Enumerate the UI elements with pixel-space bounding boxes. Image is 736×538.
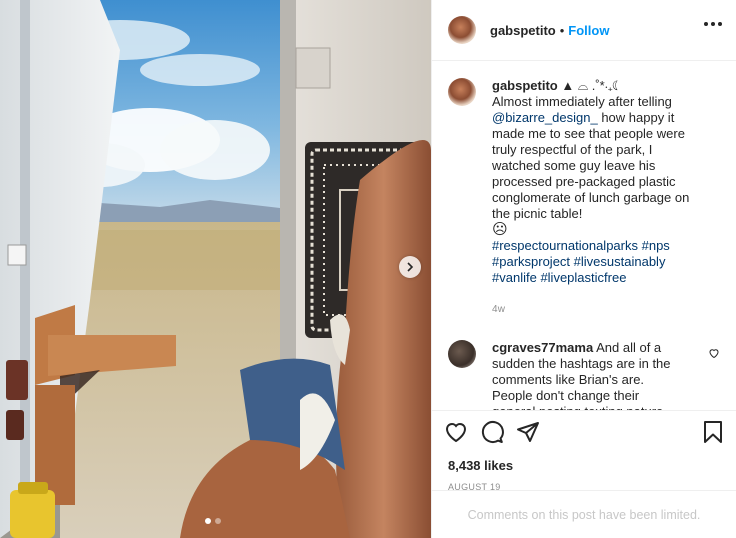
hashtag-link[interactable]: #vanlife [492,270,537,285]
comment-icon[interactable] [480,420,504,444]
separator-dot: • [559,22,565,38]
caption-text-part1: Almost immediately after telling [492,94,672,109]
caption-body: gabspetito ▲ ⌓ .˚*‧₊☾ Almost immediately… [492,78,704,318]
post-header: gabspetito • Follow [432,0,736,61]
caption-username-suffix: ▲ ⌓ .˚*‧₊☾ [557,78,622,93]
hashtag-link[interactable]: #nps [642,238,670,253]
comment-item: cgraves77mama And all of a sudden the ha… [448,340,720,410]
comments-limited-notice: Comments on this post have been limited. [432,490,736,538]
post-actions: 8,438 likes AUGUST 19 [432,410,736,492]
instagram-post: gabspetito • Follow gabspetito ▲ ⌓ .˚*‧₊… [0,0,736,538]
hashtag-link[interactable]: #liveplasticfree [540,270,626,285]
follow-button[interactable]: Follow [568,23,609,38]
likes-count[interactable]: 8,438 likes [444,458,724,473]
comment-like-heart-icon[interactable] [708,346,720,364]
hashtag-link[interactable]: #livesustainably [574,254,666,269]
hashtag-link[interactable]: #respectournationalparks [492,238,638,253]
caption-text-part2: how happy it made me to see that people … [492,110,690,221]
post-photo[interactable] [0,0,431,538]
caption-author-avatar[interactable] [448,78,476,106]
commenter-username[interactable]: cgraves77mama [492,340,593,355]
next-photo-button[interactable] [399,256,421,278]
action-bar [444,419,724,445]
carousel-dot [215,518,221,524]
commenter-avatar[interactable] [448,340,476,368]
more-icon[interactable] [704,22,722,26]
caption-emoji: ☹ [492,221,508,238]
carousel-dot-active [205,518,211,524]
comments-section[interactable]: gabspetito ▲ ⌓ .˚*‧₊☾ Almost immediately… [432,62,736,410]
hashtag-link[interactable]: #parksproject [492,254,570,269]
chevron-right-icon [407,262,414,272]
carousel-indicator [205,518,221,524]
caption-mention-link[interactable]: @bizarre_design_ [492,110,598,125]
van-door-landscape-image [0,0,431,538]
heart-icon[interactable] [444,420,468,444]
share-icon[interactable] [516,420,540,444]
author-avatar[interactable] [448,16,476,44]
post-side-panel: gabspetito • Follow gabspetito ▲ ⌓ .˚*‧₊… [431,0,736,538]
caption-username[interactable]: gabspetito [492,78,558,93]
caption-timestamp[interactable]: 4w [492,302,704,318]
caption: gabspetito ▲ ⌓ .˚*‧₊☾ Almost immediately… [448,78,720,318]
save-icon[interactable] [702,420,724,444]
author-username[interactable]: gabspetito [490,23,556,38]
comment-body: cgraves77mama And all of a sudden the ha… [492,340,682,410]
